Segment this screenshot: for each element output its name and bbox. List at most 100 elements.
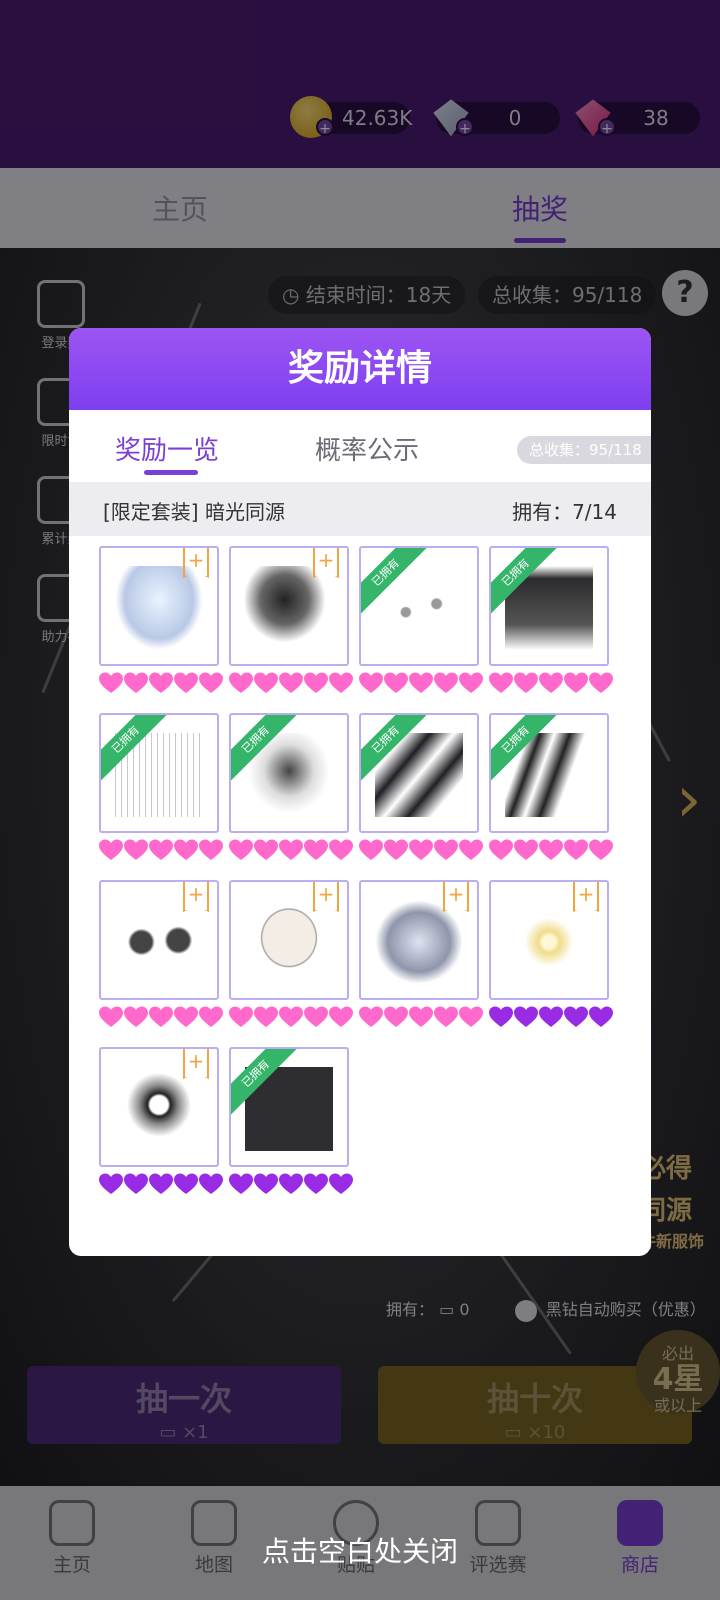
heart-icon bbox=[149, 1173, 173, 1197]
heart-icon bbox=[229, 839, 253, 863]
heart-icon bbox=[254, 839, 278, 863]
hair-alt-image bbox=[375, 900, 463, 984]
heart-icon bbox=[514, 839, 538, 863]
heart-icon bbox=[409, 672, 433, 696]
close-hint: 点击空白处关闭 bbox=[261, 1535, 458, 1568]
heart-icon bbox=[229, 1173, 253, 1197]
star-rating bbox=[229, 1173, 353, 1197]
heart-icon bbox=[199, 839, 223, 863]
heart-icon bbox=[174, 839, 198, 863]
heart-icon bbox=[409, 839, 433, 863]
heart-icon bbox=[124, 1173, 148, 1197]
reward-item-shoes[interactable]: 已拥有 bbox=[359, 713, 479, 833]
star-rating bbox=[99, 1006, 223, 1030]
heart-icon bbox=[359, 1006, 383, 1030]
reward-item-hair-ornament[interactable]: + bbox=[99, 880, 219, 1000]
heart-icon bbox=[304, 839, 328, 863]
set-name: [限定套装] 暗光同源 bbox=[103, 500, 285, 524]
heart-icon bbox=[434, 1006, 458, 1030]
heart-icon bbox=[254, 1006, 278, 1030]
heart-icon bbox=[434, 672, 458, 696]
heart-icon bbox=[174, 1173, 198, 1197]
set-owned: 拥有：7/14 bbox=[512, 500, 617, 524]
heart-icon bbox=[564, 672, 588, 696]
heart-icon bbox=[99, 1173, 123, 1197]
reward-item-background[interactable]: + bbox=[99, 1047, 219, 1167]
star-rating bbox=[99, 672, 223, 696]
tab-reward-overview[interactable]: 奖励一览 bbox=[115, 430, 219, 467]
heart-icon bbox=[384, 839, 408, 863]
heart-icon bbox=[459, 1006, 483, 1030]
headpiece-image bbox=[245, 566, 333, 650]
reward-item-earrings[interactable]: 已拥有 bbox=[359, 546, 479, 666]
star-rating bbox=[229, 672, 353, 696]
star-rating bbox=[489, 672, 613, 696]
heart-icon bbox=[409, 1006, 433, 1030]
heart-icon bbox=[539, 1006, 563, 1030]
heart-icon bbox=[359, 672, 383, 696]
modal-title: 奖励详情 bbox=[69, 328, 651, 410]
heart-icon bbox=[304, 1173, 328, 1197]
hair-ornament-image bbox=[115, 900, 203, 984]
heart-icon bbox=[279, 839, 303, 863]
reward-item-headpiece[interactable]: + bbox=[229, 546, 349, 666]
star-rating bbox=[229, 839, 353, 863]
heart-icon bbox=[254, 672, 278, 696]
reward-item-makeup[interactable]: + bbox=[229, 880, 349, 1000]
reward-item-hair[interactable]: + bbox=[99, 546, 219, 666]
heart-icon bbox=[539, 839, 563, 863]
heart-icon bbox=[229, 672, 253, 696]
heart-icon bbox=[149, 672, 173, 696]
heart-icon bbox=[174, 672, 198, 696]
heart-icon bbox=[304, 672, 328, 696]
reward-item-frame[interactable]: 已拥有 bbox=[229, 1047, 349, 1167]
heart-icon bbox=[329, 1006, 353, 1030]
star-rating bbox=[489, 1006, 613, 1030]
heart-icon bbox=[199, 1173, 223, 1197]
heart-icon bbox=[384, 672, 408, 696]
heart-icon bbox=[539, 672, 563, 696]
heart-icon bbox=[199, 672, 223, 696]
reward-details-modal: 奖励详情 奖励一览 概率公示 总收集：95/118 [限定套装] 暗光同源 拥有… bbox=[69, 328, 651, 1256]
reward-item-hair-alt[interactable]: + bbox=[359, 880, 479, 1000]
heart-icon bbox=[564, 839, 588, 863]
reward-item-dress[interactable]: 已拥有 bbox=[489, 546, 609, 666]
star-rating bbox=[359, 839, 483, 863]
reward-item-gloves[interactable]: 已拥有 bbox=[489, 713, 609, 833]
star-rating bbox=[99, 1173, 223, 1197]
reward-item-necklace[interactable]: 已拥有 bbox=[229, 713, 349, 833]
hair-image bbox=[115, 566, 203, 650]
reward-item-veil[interactable]: 已拥有 bbox=[99, 713, 219, 833]
heart-icon bbox=[99, 1006, 123, 1030]
heart-icon bbox=[149, 839, 173, 863]
star-rating bbox=[359, 1006, 483, 1030]
heart-icon bbox=[279, 1173, 303, 1197]
heart-icon bbox=[329, 1173, 353, 1197]
heart-icon bbox=[459, 672, 483, 696]
heart-icon bbox=[489, 672, 513, 696]
heart-icon bbox=[254, 1173, 278, 1197]
heart-icon bbox=[279, 672, 303, 696]
heart-icon bbox=[489, 1006, 513, 1030]
heart-icon bbox=[434, 839, 458, 863]
heart-icon bbox=[199, 1006, 223, 1030]
heart-icon bbox=[489, 839, 513, 863]
heart-icon bbox=[514, 1006, 538, 1030]
set-header: [限定套装] 暗光同源 拥有：7/14 bbox=[69, 482, 651, 536]
total-collect-badge: 总收集：95/118 bbox=[517, 436, 651, 464]
tab-probability[interactable]: 概率公示 bbox=[315, 430, 419, 467]
heart-icon bbox=[384, 1006, 408, 1030]
heart-icon bbox=[99, 839, 123, 863]
effect-image bbox=[505, 900, 593, 984]
background-image bbox=[115, 1067, 203, 1151]
heart-icon bbox=[589, 839, 613, 863]
heart-icon bbox=[279, 1006, 303, 1030]
heart-icon bbox=[514, 672, 538, 696]
heart-icon bbox=[359, 839, 383, 863]
reward-item-effect[interactable]: + bbox=[489, 880, 609, 1000]
heart-icon bbox=[124, 839, 148, 863]
heart-icon bbox=[304, 1006, 328, 1030]
heart-icon bbox=[564, 1006, 588, 1030]
heart-icon bbox=[229, 1006, 253, 1030]
star-rating bbox=[359, 672, 483, 696]
